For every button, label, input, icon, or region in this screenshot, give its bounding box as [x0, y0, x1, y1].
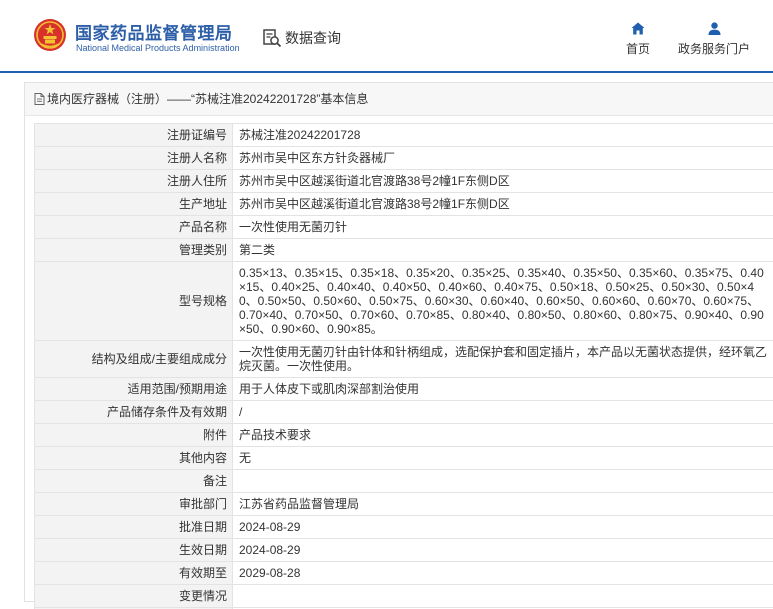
- org-name-cn: 国家药品监督管理局: [75, 24, 233, 43]
- table-row: 注册人住所 苏州市吴中区越溪街道北官渡路38号2幢1F东侧D区: [34, 169, 773, 193]
- row-value: 苏州市吴中区越溪街道北官渡路38号2幢1F东侧D区: [232, 169, 773, 193]
- panel-title-bar: 境内医疗器械（注册）——“苏械注准20242201728”基本信息: [25, 83, 773, 116]
- row-label: 附件: [34, 423, 233, 447]
- table-row: 适用范围/预期用途 用于人体皮下或肌肉深部割治使用: [34, 377, 773, 401]
- row-label: 其他内容: [34, 446, 233, 470]
- row-label: 注册人住所: [34, 169, 233, 193]
- row-value: 一次性使用无菌刃针: [232, 215, 773, 239]
- table-row: 附件 产品技术要求: [34, 423, 773, 447]
- table-row: 变更情况: [34, 584, 773, 608]
- nav-home[interactable]: 首页: [624, 22, 652, 57]
- row-label: 有效期至: [34, 561, 233, 585]
- table-row: 管理类别 第二类: [34, 238, 773, 262]
- row-value: 0.35×13、0.35×15、0.35×18、0.35×20、0.35×25、…: [232, 261, 773, 341]
- row-value: 2029-08-28: [232, 561, 773, 585]
- row-value: [232, 469, 773, 493]
- row-label: 结构及组成/主要组成成分: [34, 340, 233, 378]
- row-label: 变更情况: [34, 584, 233, 608]
- row-value: 苏械注准20242201728: [232, 123, 773, 147]
- detail-panel: 境内医疗器械（注册）——“苏械注准20242201728”基本信息 注册证编号 …: [24, 82, 773, 609]
- row-value: 一次性使用无菌刃针由针体和针柄组成，选配保护套和固定插片，本产品以无菌状态提供，…: [232, 340, 773, 378]
- row-label: 适用范围/预期用途: [34, 377, 233, 401]
- row-value: [232, 584, 773, 608]
- data-query-link[interactable]: 数据查询: [262, 28, 341, 48]
- registration-info-table: 注册证编号 苏械注准20242201728 注册人名称 苏州市吴中区东方针灸器械…: [34, 123, 773, 609]
- row-label: 批准日期: [34, 515, 233, 539]
- data-query-icon: [263, 29, 282, 48]
- org-name-en: National Medical Products Administration: [76, 43, 240, 53]
- home-icon: [631, 22, 645, 35]
- table-row: 注册人名称 苏州市吴中区东方针灸器械厂: [34, 146, 773, 170]
- row-label: 审批部门: [34, 492, 233, 516]
- panel-title: 境内医疗器械（注册）——“苏械注准20242201728”基本信息: [47, 91, 369, 106]
- row-label: 备注: [34, 469, 233, 493]
- row-value: 江苏省药品监督管理局: [232, 492, 773, 516]
- table-row: 注册证编号 苏械注准20242201728: [34, 123, 773, 147]
- row-value: 苏州市吴中区东方针灸器械厂: [232, 146, 773, 170]
- table-row: 生效日期 2024-08-29: [34, 538, 773, 562]
- row-value: 2024-08-29: [232, 515, 773, 539]
- row-label: 注册人名称: [34, 146, 233, 170]
- user-icon: [708, 22, 720, 35]
- row-value: /: [232, 400, 773, 424]
- row-value: 2024-08-29: [232, 538, 773, 562]
- nav-home-label: 首页: [625, 42, 650, 56]
- table-row: 生产地址 苏州市吴中区越溪街道北官渡路38号2幢1F东侧D区: [34, 192, 773, 216]
- table-row: 结构及组成/主要组成成分 一次性使用无菌刃针由针体和针柄组成，选配保护套和固定插…: [34, 340, 773, 378]
- table-row: 有效期至 2029-08-28: [34, 561, 773, 585]
- row-value: 用于人体皮下或肌肉深部割治使用: [232, 377, 773, 401]
- row-value: 苏州市吴中区越溪街道北官渡路38号2幢1F东侧D区: [232, 192, 773, 216]
- row-value: 产品技术要求: [232, 423, 773, 447]
- table-row: 产品储存条件及有效期 /: [34, 400, 773, 424]
- row-label: 型号规格: [34, 261, 233, 341]
- national-emblem-icon: [34, 19, 66, 51]
- table-row: 型号规格 0.35×13、0.35×15、0.35×18、0.35×20、0.3…: [34, 261, 773, 341]
- row-value: 无: [232, 446, 773, 470]
- table-row: 备注: [34, 469, 773, 493]
- row-value: 第二类: [232, 238, 773, 262]
- table-row: 审批部门 江苏省药品监督管理局: [34, 492, 773, 516]
- table-row: 其他内容 无: [34, 446, 773, 470]
- table-row: 产品名称 一次性使用无菌刃针: [34, 215, 773, 239]
- nav-service-portal-label: 政务服务门户: [677, 42, 750, 56]
- data-query-label: 数据查询: [285, 30, 341, 46]
- document-icon: [34, 93, 45, 105]
- row-label: 管理类别: [34, 238, 233, 262]
- site-header: 国家药品监督管理局 National Medical Products Admi…: [0, 0, 773, 73]
- row-label: 生产地址: [34, 192, 233, 216]
- nav-service-portal[interactable]: 政务服务门户: [676, 22, 752, 57]
- row-label: 生效日期: [34, 538, 233, 562]
- row-label: 产品名称: [34, 215, 233, 239]
- row-label: 注册证编号: [34, 123, 233, 147]
- row-label: 产品储存条件及有效期: [34, 400, 233, 424]
- table-row: 批准日期 2024-08-29: [34, 515, 773, 539]
